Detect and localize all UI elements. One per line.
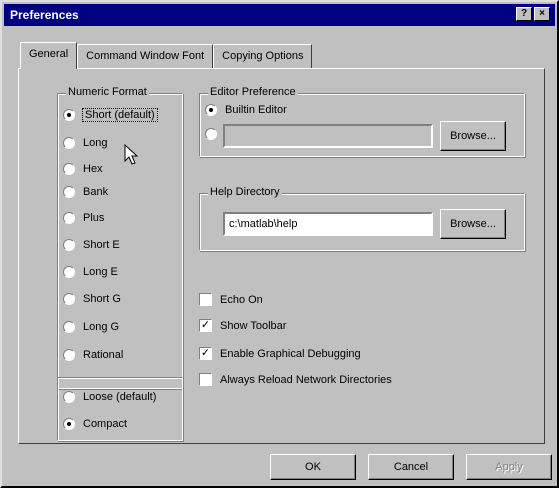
radio-button[interactable] [63, 349, 75, 361]
radio-button[interactable] [63, 109, 75, 121]
ok-button[interactable]: OK [270, 454, 356, 480]
radio-label: Short G [83, 293, 121, 305]
checkbox-echo-on[interactable]: Echo On [199, 293, 263, 306]
checkbox-always-reload-network-directories[interactable]: Always Reload Network Directories [199, 373, 392, 386]
radio-bank[interactable]: Bank [63, 186, 108, 198]
radio-label: Hex [83, 163, 103, 175]
checkbox-label: Show Toolbar [220, 319, 287, 332]
radio-plus[interactable]: Plus [63, 212, 104, 224]
radio-long-e[interactable]: Long E [63, 266, 118, 278]
preferences-dialog: Preferences ? × General Command Window F… [0, 0, 559, 488]
radio-short-e[interactable]: Short E [63, 239, 120, 251]
numeric-format-label: Numeric Format [66, 86, 149, 98]
radio-compact[interactable]: Compact [63, 418, 127, 430]
radio-button[interactable] [63, 239, 75, 251]
radio-hex[interactable]: Hex [63, 163, 103, 175]
radio-button[interactable] [63, 418, 75, 430]
checkbox-label: Echo On [220, 293, 263, 306]
spacing-group [57, 377, 183, 441]
general-tab-panel: Numeric Format Short (default) Long Hex … [18, 68, 545, 444]
radio-loose-default[interactable]: Loose (default) [63, 391, 156, 403]
checkbox-label: Enable Graphical Debugging [220, 347, 361, 360]
radio-button[interactable] [63, 321, 75, 333]
radio-button[interactable] [63, 186, 75, 198]
radio-long-g[interactable]: Long G [63, 321, 119, 333]
radio-button[interactable] [63, 212, 75, 224]
radio-button[interactable] [63, 137, 75, 149]
radio-label: Compact [83, 418, 128, 430]
radio-builtin-editor[interactable]: Builtin Editor [205, 104, 287, 116]
checkbox[interactable] [199, 293, 212, 306]
radio-label: Long G [83, 321, 120, 333]
radio-button[interactable] [205, 128, 217, 140]
tab-command-window-font[interactable]: Command Window Font [77, 44, 214, 68]
radio-button[interactable] [63, 266, 75, 278]
tab-strip: General Command Window Font Copying Opti… [20, 42, 313, 69]
tab-copying-options[interactable]: Copying Options [213, 44, 313, 68]
radio-button[interactable] [63, 293, 75, 305]
help-icon[interactable]: ? [516, 7, 532, 21]
checkmark-icon[interactable]: ✓ [199, 347, 212, 360]
radio-button[interactable] [205, 104, 217, 116]
cancel-button[interactable]: Cancel [368, 454, 454, 480]
radio-custom-editor[interactable] [205, 128, 217, 140]
title-bar[interactable]: Preferences ? × [4, 4, 555, 26]
radio-label: Short E [83, 239, 120, 251]
help-browse-button[interactable]: Browse... [440, 209, 506, 239]
radio-label: Builtin Editor [225, 104, 287, 116]
radio-label: Bank [83, 186, 109, 198]
radio-rational[interactable]: Rational [63, 349, 123, 361]
radio-label: Long [83, 137, 108, 149]
window-title: Preferences [10, 8, 79, 22]
close-icon[interactable]: × [534, 7, 550, 21]
checkmark-icon[interactable]: ✓ [199, 319, 212, 332]
help-directory-label: Help Directory [208, 186, 282, 198]
radio-label: Plus [83, 212, 105, 224]
radio-label: Rational [83, 349, 124, 361]
checkbox-enable-graphical-debugging[interactable]: ✓ Enable Graphical Debugging [199, 347, 361, 360]
radio-label: Loose (default) [83, 391, 157, 403]
editor-browse-button[interactable]: Browse... [440, 121, 506, 151]
radio-long[interactable]: Long [63, 137, 107, 149]
custom-editor-field[interactable] [223, 124, 433, 148]
radio-short-g[interactable]: Short G [63, 293, 121, 305]
checkbox-show-toolbar[interactable]: ✓ Show Toolbar [199, 319, 286, 332]
help-directory-field[interactable]: c:\matlab\help [223, 212, 433, 236]
tab-general[interactable]: General [20, 42, 78, 69]
apply-button[interactable]: Apply [466, 454, 552, 480]
radio-label: Long E [83, 266, 118, 278]
radio-short-default[interactable]: Short (default) [63, 108, 158, 122]
mouse-pointer-icon [124, 144, 139, 165]
radio-label: Short (default) [82, 108, 158, 122]
radio-button[interactable] [63, 391, 75, 403]
radio-button[interactable] [63, 163, 75, 175]
checkbox[interactable] [199, 373, 212, 386]
checkbox-label: Always Reload Network Directories [220, 373, 392, 386]
editor-preference-label: Editor Preference [208, 86, 298, 98]
